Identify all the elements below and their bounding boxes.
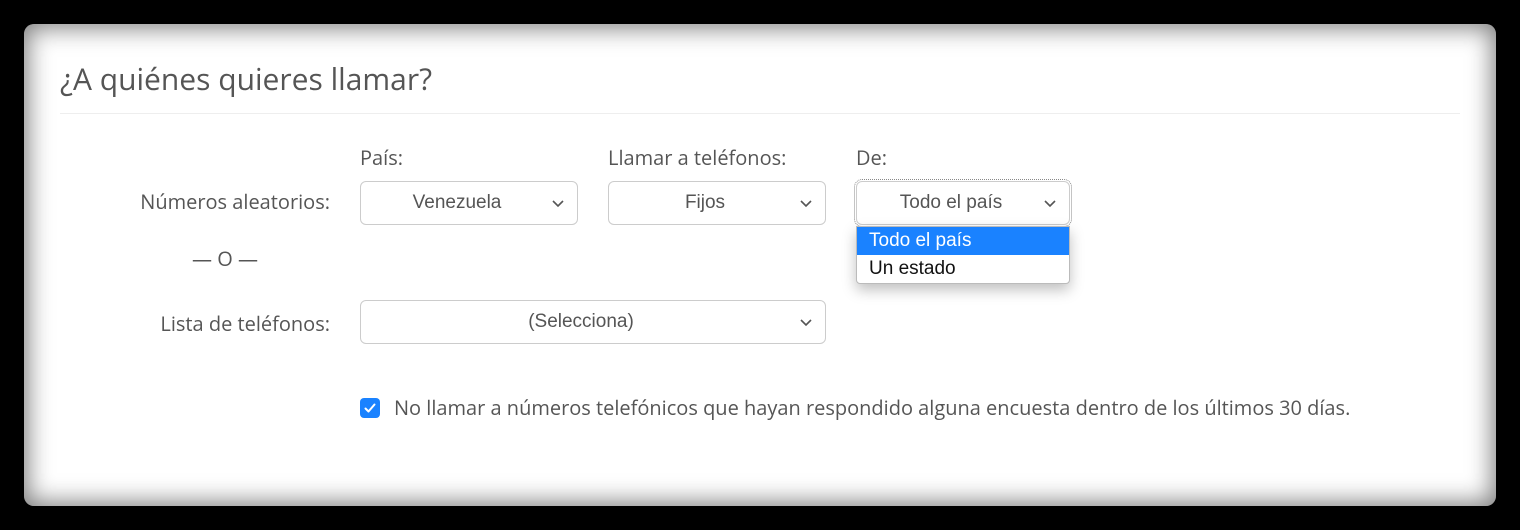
dont-call-label: No llamar a números telefónicos que haya… (394, 394, 1350, 421)
phone-list-select-wrapper: (Selecciona) (360, 300, 826, 344)
country-select-wrapper: Venezuela (360, 181, 578, 225)
row-phone-list: Lista de teléfonos: (Selecciona) (60, 300, 1460, 344)
check-icon (363, 401, 377, 415)
from-select-wrapper: Todo el país Todo el país Un estado (856, 181, 1070, 225)
label-phone-list: Lista de teléfonos: (60, 300, 360, 337)
country-select[interactable]: Venezuela (360, 181, 578, 225)
phone-type-select[interactable]: Fijos (608, 181, 826, 225)
from-dropdown-menu: Todo el país Un estado (856, 226, 1070, 284)
random-numbers-fields: País: Venezuela Llamar a teléfonos: (360, 144, 1070, 225)
dont-call-checkbox[interactable] (360, 398, 380, 418)
field-from: De: Todo el país Todo el país Un estado (856, 144, 1070, 225)
from-option-todo-el-pais[interactable]: Todo el país (857, 227, 1069, 255)
row-or: — O — (60, 245, 1460, 272)
field-phone-type: Llamar a teléfonos: Fijos (608, 144, 826, 225)
phone-list-fields: (Selecciona) (360, 300, 826, 344)
phone-type-select-value: Fijos (685, 192, 725, 213)
form-card: ¿A quiénes quieres llamar? Números aleat… (24, 24, 1496, 506)
phone-list-select-value: (Selecciona) (528, 311, 634, 332)
phone-type-select-wrapper: Fijos (608, 181, 826, 225)
label-country: País: (360, 144, 578, 171)
from-option-un-estado[interactable]: Un estado (857, 255, 1069, 283)
row-random-numbers: Números aleatorios: País: Venezuela Llam… (60, 144, 1460, 225)
label-from: De: (856, 144, 1070, 171)
row-checkbox: No llamar a números telefónicos que haya… (60, 394, 1460, 421)
label-call-phones: Llamar a teléfonos: (608, 144, 826, 171)
phone-list-select[interactable]: (Selecciona) (360, 300, 826, 344)
label-random-numbers: Números aleatorios: (60, 144, 360, 215)
or-separator: — O — (60, 245, 360, 272)
field-country: País: Venezuela (360, 144, 578, 225)
form-area: Números aleatorios: País: Venezuela Llam… (60, 130, 1460, 421)
page-title: ¿A quiénes quieres llamar? (60, 58, 1460, 114)
country-select-value: Venezuela (413, 192, 502, 213)
from-select[interactable]: Todo el país (856, 181, 1070, 225)
from-select-value: Todo el país (900, 192, 1002, 213)
